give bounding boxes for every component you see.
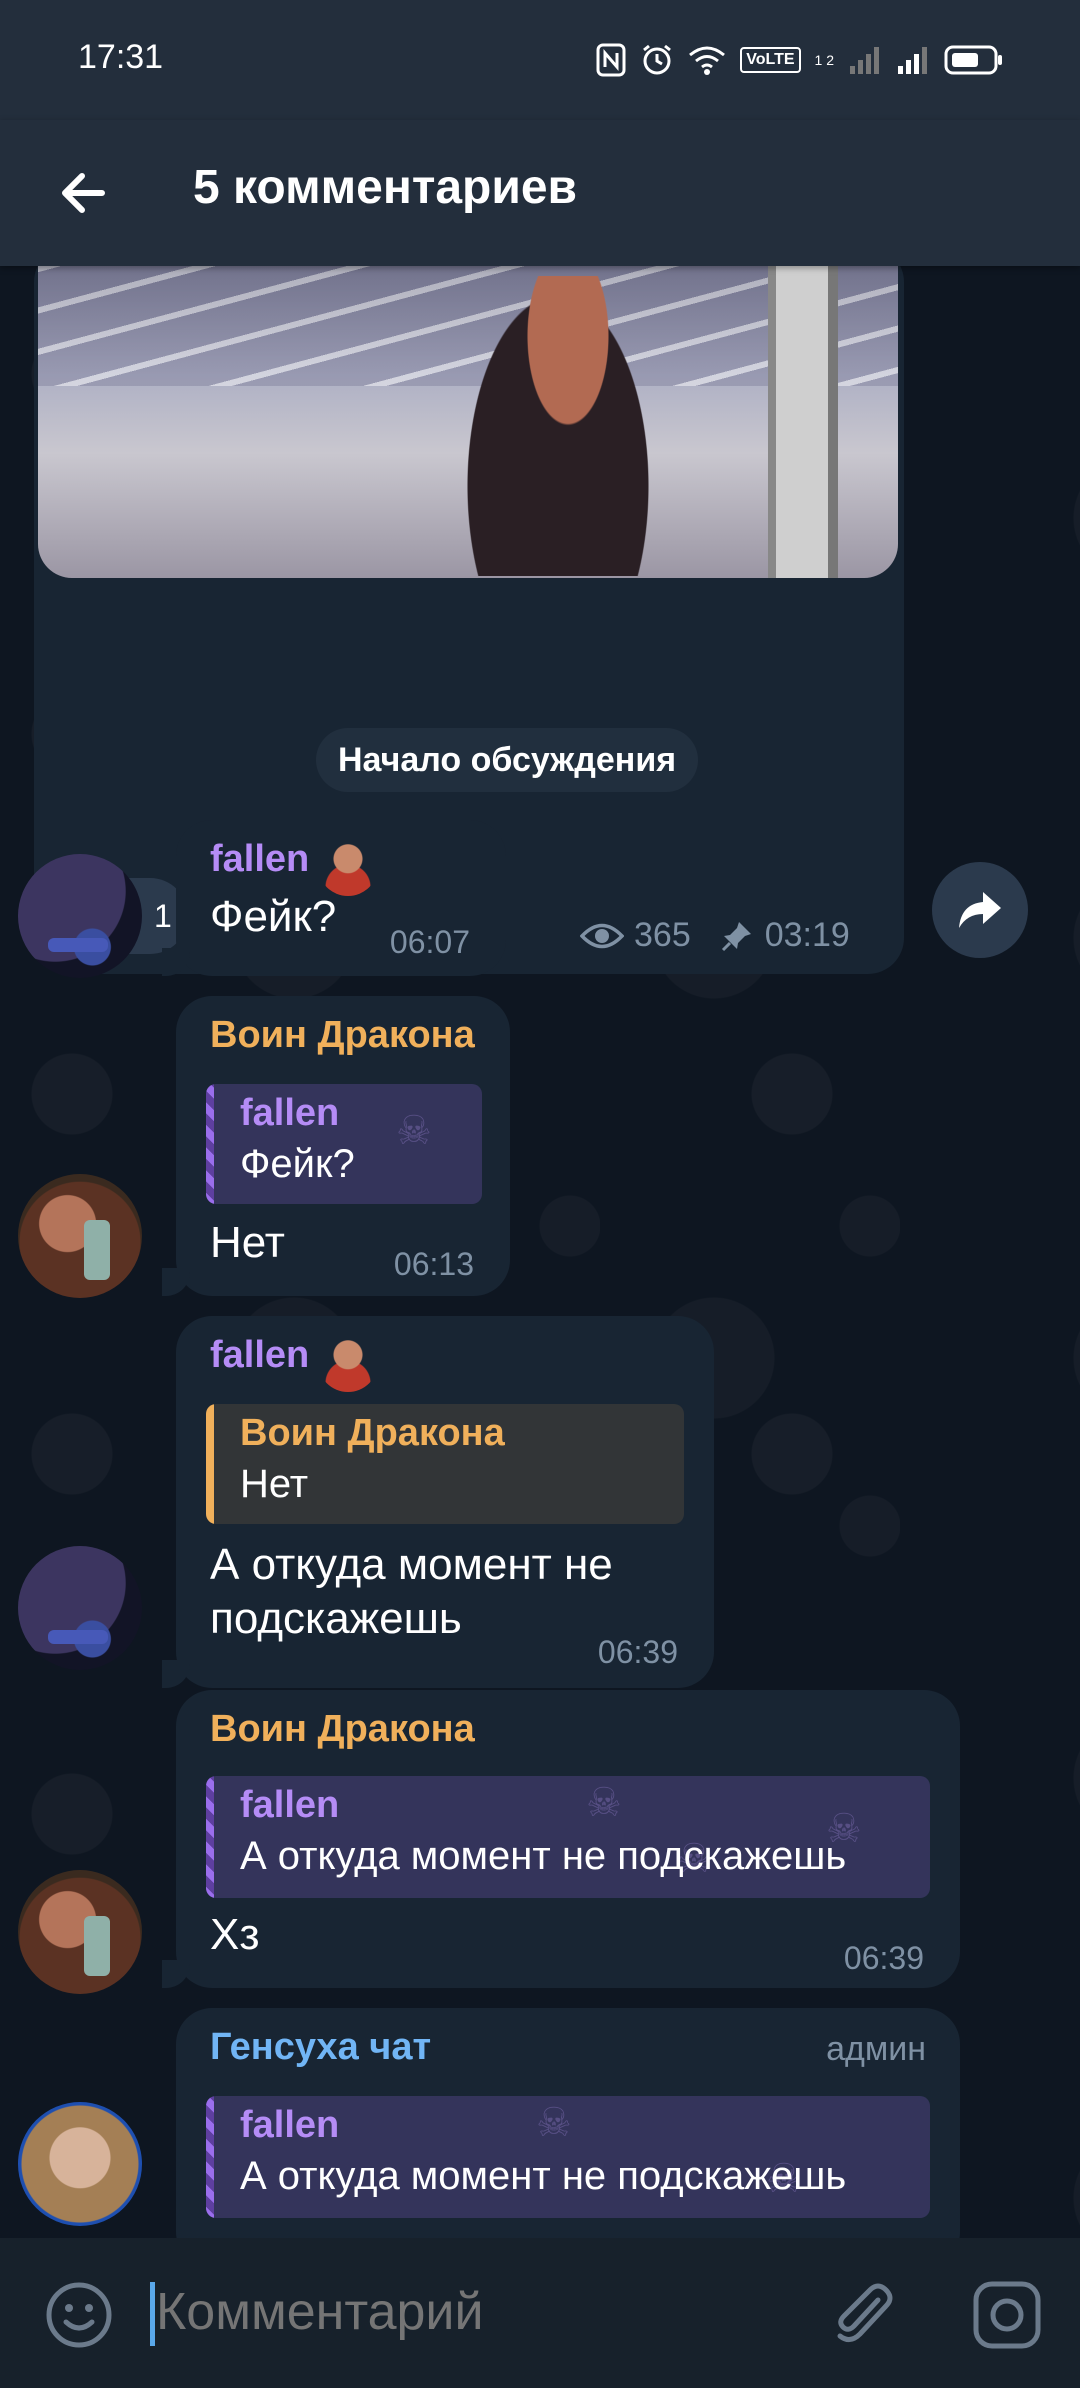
paperclip-icon xyxy=(837,2283,893,2342)
custom-emoji-icon xyxy=(318,836,378,896)
message-time: 06:39 xyxy=(597,1634,678,1670)
sender-name[interactable]: Воин Дракона xyxy=(210,1708,475,1751)
quote-sender: fallen xyxy=(240,1092,340,1134)
camera-button[interactable] xyxy=(970,2278,1044,2352)
emoji-button[interactable] xyxy=(44,2280,114,2350)
reply-quote[interactable]: ☠ fallen Фейк? xyxy=(206,1084,482,1204)
avatar-voin-drakona[interactable] xyxy=(18,1870,142,1994)
message-text: Нет xyxy=(210,1218,285,1267)
message-time: 06:39 xyxy=(843,1940,924,1976)
reply-quote[interactable]: ☠ ☠ ☠ fallen А откуда момент не подскаже… xyxy=(206,1776,930,1898)
comment-input[interactable] xyxy=(156,2282,796,2342)
message-bubble[interactable]: Генсуха чат админ ☠ ☠ fallen А откуда мо… xyxy=(176,2008,960,2238)
text-cursor xyxy=(150,2282,155,2346)
alarm-icon xyxy=(640,43,674,77)
avatar-fallen[interactable] xyxy=(18,1546,142,1670)
message-bubble[interactable]: Воин Дракона ☠ fallen Фейк? Нет 06:13 xyxy=(162,996,510,1296)
post-time: 03:19 xyxy=(764,916,850,954)
battery-icon xyxy=(944,44,1004,76)
quote-text: Фейк? xyxy=(240,1142,355,1186)
sender-name[interactable]: Воин Дракона xyxy=(210,1014,475,1057)
post-video-thumbnail[interactable] xyxy=(38,266,898,578)
discussion-start-pill: Начало обсуждения xyxy=(316,728,699,792)
message-text: Хз xyxy=(210,1910,260,1959)
sender-name[interactable]: fallen xyxy=(210,1334,309,1377)
page-title: 5 комментариев xyxy=(193,161,578,214)
post-meta: 365 03:19 xyxy=(580,916,850,955)
quote-text: Нет xyxy=(240,1462,309,1506)
comment-composer xyxy=(0,2238,1080,2388)
reaction-count: 1 xyxy=(154,897,172,934)
avatar-voin-drakona[interactable] xyxy=(18,1174,142,1298)
status-bar: 17:31 VoLTE 1 2 xyxy=(0,0,1080,120)
share-button[interactable] xyxy=(932,862,1028,958)
quote-sender: Воин Дракона xyxy=(240,1412,505,1454)
quote-text: А откуда момент не подскажешь xyxy=(240,2154,847,2198)
status-time: 17:31 xyxy=(78,38,164,76)
skull-pattern-icon: ☠ xyxy=(536,2101,572,2145)
thumbnail-rail xyxy=(768,266,838,578)
status-icons: VoLTE 1 2 xyxy=(596,40,1004,80)
message-bubble[interactable]: Воин Дракона ☠ ☠ ☠ fallen А откуда момен… xyxy=(162,1690,960,1988)
skull-pattern-icon: ☠ xyxy=(586,1781,622,1825)
sender-name[interactable]: Генсуха чат xyxy=(210,2026,431,2069)
quote-text: А откуда момент не подскажешь xyxy=(240,1834,847,1878)
message-text-line1: А откуда момент не xyxy=(210,1540,613,1589)
comments-list[interactable]: 🤯 1 365 03:19 Начало обсуждения fallen Ф… xyxy=(0,266,1080,2238)
message-bubble[interactable]: fallen Воин Дракона Нет А откуда момент … xyxy=(162,1316,714,1688)
sim-indicator: 1 2 xyxy=(814,52,834,68)
reply-quote[interactable]: ☠ ☠ fallen А откуда момент не подскажешь xyxy=(206,2096,930,2218)
nfc-icon xyxy=(596,43,626,77)
avatar-fallen[interactable] xyxy=(18,854,142,978)
admin-badge: админ xyxy=(826,2030,926,2068)
reply-quote[interactable]: Воин Дракона Нет xyxy=(206,1404,684,1524)
quote-sender: fallen xyxy=(240,2104,340,2146)
smiley-icon xyxy=(46,2282,112,2348)
share-arrow-icon xyxy=(959,892,1001,928)
message-bubble[interactable]: fallen Фейк? 06:07 xyxy=(162,820,506,976)
sender-name[interactable]: fallen xyxy=(210,838,309,881)
eye-icon xyxy=(580,923,624,948)
signal-icon-sim2 xyxy=(896,44,930,76)
message-text: Фейк? xyxy=(210,892,337,941)
avatar-gensukha-chat[interactable] xyxy=(18,2102,142,2226)
quote-sender: fallen xyxy=(240,1784,340,1826)
message-time: 06:13 xyxy=(393,1246,474,1282)
message-text-line2: подскажешь xyxy=(210,1594,462,1643)
skull-pattern-icon: ☠ xyxy=(396,1109,432,1153)
post-views: 365 xyxy=(634,916,691,954)
volte-badge: VoLTE xyxy=(740,47,801,73)
attach-button[interactable] xyxy=(826,2278,900,2352)
pin-icon xyxy=(721,921,751,951)
wifi-icon xyxy=(688,44,726,76)
camera-icon xyxy=(973,2281,1041,2349)
custom-emoji-icon xyxy=(318,1332,378,1392)
back-button[interactable] xyxy=(50,158,120,228)
thumbnail-figure xyxy=(458,276,658,576)
chat-header: 5 комментариев xyxy=(0,120,1080,266)
arrow-left-icon xyxy=(62,173,105,213)
message-time: 06:07 xyxy=(389,924,470,960)
signal-icon-sim1 xyxy=(848,44,882,76)
